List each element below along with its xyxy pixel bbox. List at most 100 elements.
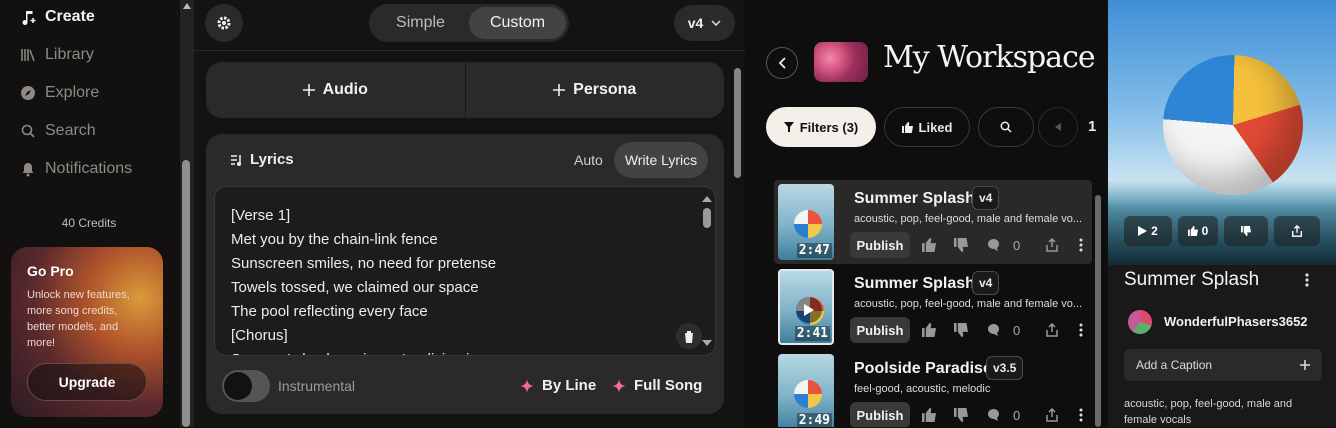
nav-notifications-label: Notifications: [45, 160, 133, 177]
page-number: 1: [1088, 118, 1097, 135]
publish-button[interactable]: Publish: [850, 317, 910, 343]
mode-simple[interactable]: Simple: [372, 7, 469, 39]
song-row[interactable]: 2:41 Summer Splash v4 acoustic, pop, fee…: [774, 265, 1092, 349]
more-vertical-icon[interactable]: [1078, 408, 1084, 422]
filters-button[interactable]: Filters (3): [766, 107, 876, 147]
thumbs-up-icon[interactable]: [922, 238, 936, 252]
scroll-up-arrow-icon[interactable]: [702, 196, 712, 202]
toggle-knob: [224, 372, 252, 400]
lyrics-header: Lyrics: [230, 151, 294, 168]
song-title[interactable]: Summer Splash: [854, 190, 975, 208]
comment-count: 0: [1013, 408, 1021, 423]
comment-icon[interactable]: [987, 238, 1001, 252]
mode-custom[interactable]: Custom: [469, 7, 566, 39]
lyrics-scroll-thumb[interactable]: [703, 208, 711, 228]
song-duration: 2:47: [796, 243, 832, 258]
play-icon: [804, 304, 814, 316]
write-lyrics-button[interactable]: Write Lyrics: [614, 142, 708, 178]
go-pro-card: Go Pro Unlock new features, more song cr…: [11, 247, 163, 417]
publish-button[interactable]: Publish: [850, 232, 910, 258]
thumbs-down-icon[interactable]: [954, 323, 968, 337]
song-row[interactable]: 2:49 Poolside Paradise v3.5 feel-good, a…: [774, 350, 1092, 427]
full-song-button[interactable]: Full Song: [612, 377, 702, 394]
nav-notifications[interactable]: Notifications: [20, 160, 132, 178]
song-tags: acoustic, pop, feel-good, male and femal…: [854, 298, 1083, 310]
song-title[interactable]: Poolside Paradise: [854, 360, 992, 378]
divider: [194, 50, 745, 51]
avatar[interactable]: [1128, 310, 1152, 334]
create-panel-scroll-thumb[interactable]: [734, 68, 741, 178]
thumbs-down-icon[interactable]: [954, 408, 968, 422]
clear-lyrics-button[interactable]: [676, 323, 702, 349]
play-overlay-button[interactable]: [796, 297, 822, 323]
scroll-down-arrow-icon[interactable]: [702, 340, 712, 346]
beach-ball-image: [794, 210, 822, 238]
thumbs-up-icon[interactable]: [922, 323, 936, 337]
compass-icon: [21, 86, 35, 100]
song-duration: 2:41: [794, 326, 830, 341]
scroll-up-arrow-icon[interactable]: [183, 3, 191, 9]
search-icon: [1000, 121, 1012, 133]
song-cover[interactable]: 2:41: [778, 269, 834, 345]
add-caption-label: Add a Caption: [1136, 358, 1213, 372]
workspace-scroll-thumb[interactable]: [1095, 195, 1101, 427]
play-count-button[interactable]: 2: [1124, 216, 1172, 246]
song-cover[interactable]: 2:47: [778, 184, 834, 260]
more-vertical-icon[interactable]: [1300, 272, 1314, 288]
more-vertical-icon[interactable]: [1078, 238, 1084, 252]
comment-icon[interactable]: [987, 323, 1001, 337]
lyrics-textarea[interactable]: [Verse 1] Met you by the chain-link fenc…: [214, 186, 716, 356]
share-icon[interactable]: [1045, 238, 1059, 252]
trash-icon: [684, 330, 694, 343]
by-line-button[interactable]: By Line: [520, 377, 596, 394]
bell-icon: [22, 163, 34, 177]
instrumental-label: Instrumental: [278, 378, 356, 394]
song-version-badge: v3.5: [986, 356, 1024, 380]
thumbs-down-icon[interactable]: [954, 238, 968, 252]
share-icon[interactable]: [1045, 323, 1059, 337]
sparkle-icon: [612, 378, 626, 393]
nav-create-label: Create: [45, 8, 95, 25]
upgrade-button[interactable]: Upgrade: [27, 363, 147, 401]
add-audio-button[interactable]: Audio: [206, 62, 465, 118]
workspace-search-button[interactable]: [978, 107, 1034, 147]
nav-library[interactable]: Library: [20, 46, 94, 64]
nav-explore-label: Explore: [45, 84, 100, 101]
add-caption-button[interactable]: Add a Caption: [1124, 349, 1322, 381]
nav-explore[interactable]: Explore: [20, 84, 99, 102]
publish-button[interactable]: Publish: [850, 402, 910, 427]
song-cover[interactable]: 2:49: [778, 354, 834, 427]
share-button[interactable]: [1274, 216, 1320, 246]
like-count: 0: [1201, 224, 1209, 238]
liked-button[interactable]: Liked: [884, 107, 970, 147]
by-line-label: By Line: [542, 377, 597, 394]
comment-icon[interactable]: [987, 408, 1001, 422]
song-version-badge: v4: [972, 271, 1000, 295]
nav-search[interactable]: Search: [20, 122, 96, 140]
thumbs-up-icon[interactable]: [922, 408, 936, 422]
comment-count: 0: [1013, 323, 1021, 338]
nav-create[interactable]: Create: [20, 8, 95, 26]
dislike-button[interactable]: [1224, 216, 1268, 246]
more-vertical-icon[interactable]: [1078, 323, 1084, 337]
add-persona-label: Persona: [573, 81, 637, 98]
nav-search-label: Search: [45, 122, 96, 139]
add-audio-label: Audio: [322, 81, 368, 98]
share-icon[interactable]: [1045, 408, 1059, 422]
play-icon: [1138, 226, 1148, 236]
play-count: 2: [1151, 224, 1158, 238]
plus-icon: [302, 84, 315, 96]
creator-username[interactable]: WonderfulPhasers3652: [1164, 314, 1308, 329]
song-row[interactable]: 2:47 Summer Splash v4 acoustic, pop, fee…: [774, 180, 1092, 264]
add-persona-button[interactable]: Persona: [464, 62, 725, 118]
back-button[interactable]: [766, 47, 798, 79]
previous-page-button[interactable]: [1038, 107, 1078, 147]
auto-lyrics-button[interactable]: Auto: [574, 152, 603, 168]
music-note-icon: [22, 11, 36, 25]
like-button[interactable]: 0: [1178, 216, 1218, 246]
sidebar-scroll-thumb[interactable]: [182, 160, 190, 427]
comment-count: 0: [1013, 238, 1021, 253]
model-version-select[interactable]: v4: [674, 5, 735, 41]
song-title[interactable]: Summer Splash: [854, 275, 975, 293]
settings-button[interactable]: [205, 4, 243, 42]
